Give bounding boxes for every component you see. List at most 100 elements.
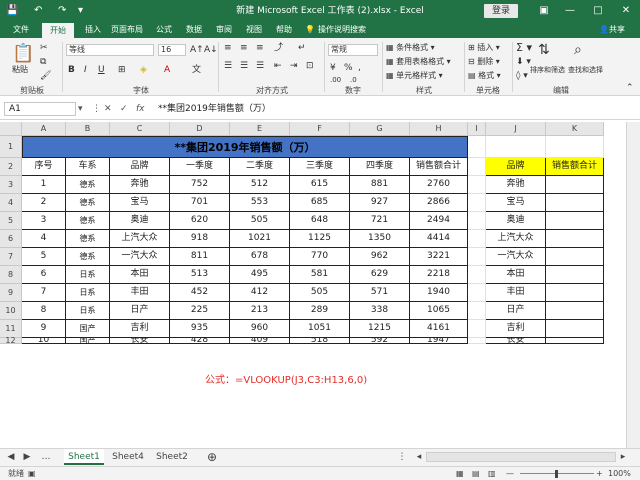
row-header[interactable]: 10 [0, 302, 22, 320]
horizontal-scrollbar[interactable] [426, 452, 616, 462]
column-header[interactable]: K [546, 122, 604, 136]
conditional-format-button[interactable]: ▦ 条件格式 ▾ [386, 42, 435, 54]
cell[interactable] [468, 212, 486, 230]
lookup-result-cell[interactable] [546, 266, 604, 284]
tab-file[interactable]: 文件 [8, 22, 34, 38]
column-header[interactable]: C [110, 122, 170, 136]
normal-view-icon[interactable]: ▦ [456, 467, 464, 480]
ribbon-display-options-icon[interactable]: ▣ [536, 3, 552, 19]
table-cell[interactable]: 428 [170, 338, 230, 344]
zoom-level[interactable]: 100% [608, 467, 631, 480]
orientation-icon[interactable]: ⤴ [274, 42, 283, 54]
table-cell[interactable]: 4414 [410, 230, 468, 248]
hscroll-left-icon[interactable]: ◂ [414, 449, 424, 465]
lookup-brand-cell[interactable]: 吉利 [486, 320, 546, 338]
table-cell[interactable]: 962 [350, 248, 410, 266]
table-cell[interactable]: 德系 [66, 176, 110, 194]
macro-record-icon[interactable]: ▣ [28, 467, 36, 480]
table-cell[interactable]: 289 [290, 302, 350, 320]
close-icon[interactable]: ✕ [618, 3, 634, 19]
table-cell[interactable]: 4 [22, 230, 66, 248]
cut-icon[interactable]: ✂ [40, 42, 48, 54]
column-header[interactable]: F [290, 122, 350, 136]
lookup-brand-cell[interactable]: 奔驰 [486, 176, 546, 194]
table-cell[interactable]: 1350 [350, 230, 410, 248]
collapse-ribbon-icon[interactable]: ⌃ [626, 82, 634, 94]
table-cell[interactable]: 吉利 [110, 320, 170, 338]
cell[interactable] [468, 266, 486, 284]
share-button[interactable]: 👤共享 [592, 22, 632, 38]
table-cell[interactable]: 918 [170, 230, 230, 248]
clear-icon[interactable]: ◊ ▾ [516, 70, 528, 82]
lookup-brand-cell[interactable]: 长安 [486, 338, 546, 344]
tell-me-search[interactable]: 操作说明搜索 [318, 22, 388, 38]
table-cell[interactable]: 1125 [290, 230, 350, 248]
table-cell[interactable]: 国产 [66, 338, 110, 344]
table-cell[interactable]: 3221 [410, 248, 468, 266]
prev-sheet-icon[interactable]: ◀ [4, 449, 18, 465]
lookup-brand-cell[interactable]: 宝马 [486, 194, 546, 212]
sheet-tab-sheet1[interactable]: Sheet1 [64, 449, 104, 465]
format-cells-button[interactable]: ▤ 格式 ▾ [468, 70, 501, 82]
tab-review[interactable]: 审阅 [212, 22, 236, 38]
lookup-brand-cell[interactable]: 丰田 [486, 284, 546, 302]
table-cell[interactable]: 7 [22, 284, 66, 302]
row-header[interactable]: 5 [0, 212, 22, 230]
italic-icon[interactable]: I [84, 64, 87, 76]
cell[interactable] [468, 320, 486, 338]
table-cell[interactable]: 9 [22, 320, 66, 338]
align-right-icon[interactable]: ☰ [256, 60, 264, 72]
worksheet-grid[interactable]: A B C D E F G H I J K 1 2 3 4 5 6 7 8 9 10 11 12 **集团2019年销售额（万… [0, 122, 626, 345]
table-header-cell[interactable]: 序号 [22, 158, 66, 176]
font-size-box[interactable]: 16 [158, 44, 186, 56]
tab-data[interactable]: 数据 [182, 22, 206, 38]
cell[interactable] [468, 136, 486, 158]
tab-page-layout[interactable]: 页面布局 [108, 22, 146, 38]
table-header-cell[interactable]: 二季度 [230, 158, 290, 176]
lookup-header-brand[interactable]: 品牌 [486, 158, 546, 176]
cell[interactable] [468, 284, 486, 302]
table-cell[interactable]: 701 [170, 194, 230, 212]
table-cell[interactable]: 日系 [66, 302, 110, 320]
table-cell[interactable]: 1940 [410, 284, 468, 302]
table-cell[interactable]: 648 [290, 212, 350, 230]
lookup-result-cell[interactable] [546, 194, 604, 212]
table-cell[interactable]: 日产 [110, 302, 170, 320]
lookup-brand-cell[interactable]: 日产 [486, 302, 546, 320]
column-header[interactable]: E [230, 122, 290, 136]
cell[interactable] [468, 302, 486, 320]
table-cell[interactable]: 1 [22, 176, 66, 194]
decrease-indent-icon[interactable]: ⇤ [274, 60, 282, 72]
more-sheets-icon[interactable]: … [36, 449, 56, 465]
lookup-result-cell[interactable] [546, 302, 604, 320]
find-select-button[interactable]: 查找和选择 [568, 64, 603, 76]
enter-icon[interactable]: ✓ [120, 103, 128, 115]
tab-view[interactable]: 视图 [242, 22, 266, 38]
lookup-result-cell[interactable] [546, 320, 604, 338]
column-header[interactable]: D [170, 122, 230, 136]
insert-cells-button[interactable]: ⊞ 插入 ▾ [468, 42, 500, 54]
table-header-cell[interactable]: 四季度 [350, 158, 410, 176]
next-sheet-icon[interactable]: ▶ [20, 449, 34, 465]
column-header[interactable]: A [22, 122, 66, 136]
align-bottom-icon[interactable]: ≡ [256, 42, 264, 54]
table-cell[interactable]: 338 [350, 302, 410, 320]
align-left-icon[interactable]: ☰ [224, 60, 232, 72]
table-cell[interactable]: 日系 [66, 266, 110, 284]
fill-icon[interactable]: ⬇ ▾ [516, 56, 531, 68]
table-cell[interactable]: 3 [22, 212, 66, 230]
paste-button[interactable]: 粘贴 [12, 64, 28, 76]
table-cell[interactable]: 国产 [66, 320, 110, 338]
zoom-in-icon[interactable]: + [596, 467, 603, 480]
table-cell[interactable]: 935 [170, 320, 230, 338]
lookup-result-cell[interactable] [546, 248, 604, 266]
sheet-tab-sheet2[interactable]: Sheet2 [152, 449, 192, 465]
table-cell[interactable]: 685 [290, 194, 350, 212]
row-header[interactable]: 1 [0, 136, 22, 158]
table-header-cell[interactable]: 品牌 [110, 158, 170, 176]
name-box[interactable]: A1 [4, 102, 76, 116]
tab-home[interactable]: 开始 [42, 23, 74, 38]
sort-filter-button[interactable]: 排序和筛选 [530, 64, 565, 76]
lookup-result-cell[interactable] [546, 212, 604, 230]
cell[interactable] [468, 176, 486, 194]
